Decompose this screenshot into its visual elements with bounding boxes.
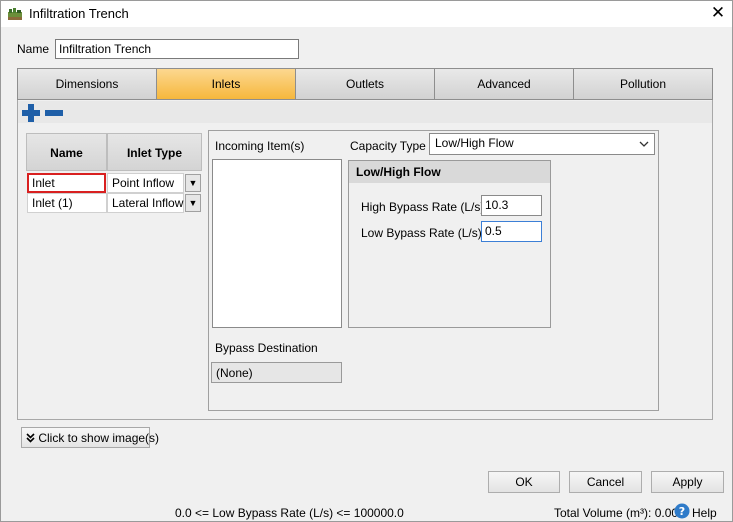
chevron-down-icon[interactable]: ▼ — [185, 174, 201, 192]
capacity-type-label: Capacity Type — [350, 139, 426, 153]
incoming-items-list[interactable] — [212, 159, 342, 328]
tab-outlets[interactable]: Outlets — [296, 69, 435, 99]
grid-cell-inlet-type[interactable]: Lateral Inflow — [107, 193, 184, 213]
show-image-label: Click to show image(s) — [38, 431, 160, 445]
low-bypass-rate-label: Low Bypass Rate (L/s) — [361, 226, 482, 240]
double-chevron-down-icon — [26, 433, 35, 443]
cancel-button[interactable]: Cancel — [569, 471, 642, 493]
grid-toolbar — [18, 101, 712, 123]
constraint-status: 0.0 <= Low Bypass Rate (L/s) <= 100000.0 — [175, 506, 404, 520]
incoming-items-label: Incoming Item(s) — [215, 139, 305, 153]
bypass-destination-label: Bypass Destination — [215, 341, 318, 355]
bypass-destination-field[interactable]: (None) — [211, 362, 342, 383]
ok-button[interactable]: OK — [488, 471, 560, 493]
inlets-grid: Name Inlet Type Inlet Point Inflow ▼ Inl… — [26, 133, 202, 213]
plus-icon[interactable] — [21, 103, 41, 123]
column-header-inlet-type[interactable]: Inlet Type — [107, 133, 202, 171]
low-bypass-rate-input[interactable]: 0.5 — [481, 221, 542, 242]
total-volume-status: Total Volume (m³): 0.000 — [554, 506, 685, 520]
chevron-down-icon[interactable]: ▼ — [185, 194, 201, 212]
tab-bar: Dimensions Inlets Outlets Advanced Pollu… — [17, 68, 713, 100]
help-link[interactable]: Help — [692, 506, 717, 520]
capacity-type-select[interactable]: Low/High Flow — [429, 133, 655, 155]
grid-cell-inlet-type[interactable]: Point Inflow — [107, 173, 184, 193]
high-bypass-rate-input[interactable]: 10.3 — [481, 195, 542, 216]
infiltration-trench-icon — [8, 8, 22, 20]
tab-inlets[interactable]: Inlets — [157, 69, 296, 99]
grid-cell-name[interactable]: Inlet (1) — [27, 193, 107, 213]
low-high-flow-title: Low/High Flow — [349, 161, 550, 183]
chevron-down-icon[interactable] — [639, 140, 649, 148]
window-title: Infiltration Trench — [29, 6, 129, 21]
svg-text:?: ? — [679, 505, 685, 518]
apply-button[interactable]: Apply — [651, 471, 724, 493]
column-header-name[interactable]: Name — [26, 133, 107, 171]
minus-icon[interactable] — [44, 103, 64, 123]
tab-advanced[interactable]: Advanced — [435, 69, 574, 99]
tab-dimensions[interactable]: Dimensions — [18, 69, 157, 99]
grid-cell-name[interactable]: Inlet — [27, 173, 106, 193]
low-high-flow-box — [348, 160, 551, 328]
high-bypass-rate-label: High Bypass Rate (L/s) — [361, 200, 485, 214]
tab-pollution[interactable]: Pollution — [574, 69, 712, 99]
name-label: Name — [17, 42, 50, 56]
show-image-button[interactable]: Click to show image(s) — [21, 427, 159, 448]
name-input[interactable]: Infiltration Trench — [55, 39, 299, 59]
help-icon[interactable]: ? — [674, 503, 690, 519]
close-button[interactable]: ✕ — [707, 3, 729, 23]
